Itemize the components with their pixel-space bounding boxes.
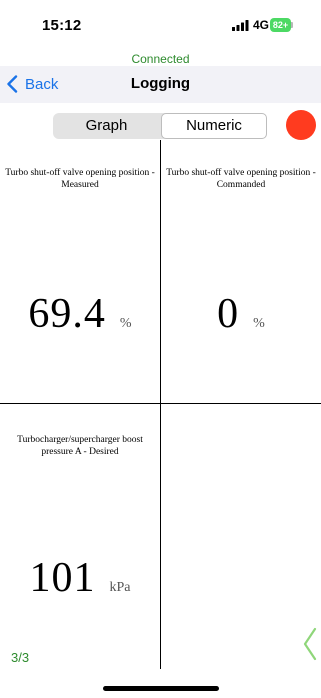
segment-numeric[interactable]: Numeric	[161, 113, 267, 139]
status-time: 15:12	[42, 17, 82, 34]
battery-tip	[291, 22, 293, 28]
gauge-title: Turbo shut-off valve opening position - …	[5, 168, 155, 190]
status-bar: 15:12 4G 82+	[0, 0, 321, 50]
back-label: Back	[25, 75, 59, 93]
gauge-value: 0	[217, 291, 240, 337]
gauge-boost-pressure: Turbocharger/supercharger boost pressure…	[0, 404, 160, 669]
gauge-commanded: Turbo shut-off valve opening position - …	[161, 140, 321, 403]
gauge-title: Turbocharger/supercharger boost pressure…	[17, 435, 143, 457]
chevron-left-icon[interactable]	[302, 627, 318, 661]
gauge-unit: %	[119, 316, 132, 331]
gauge-unit: kPa	[109, 580, 131, 595]
network-type: 4G	[253, 18, 270, 32]
connection-status: Connected	[131, 52, 190, 66]
view-segmented-control: Graph Numeric	[53, 113, 267, 139]
battery-icon: 82+	[270, 18, 291, 32]
gauge-value: 69.4	[28, 291, 106, 337]
chevron-left-icon	[7, 75, 18, 93]
home-indicator	[103, 686, 219, 691]
back-button[interactable]: Back	[6, 73, 58, 95]
cellular-signal-icon	[232, 20, 249, 31]
gauge-title: Turbo shut-off valve opening position - …	[166, 168, 316, 190]
gauge-unit: %	[253, 316, 265, 331]
nav-bar: Back Logging	[0, 66, 321, 103]
page-indicator: 3/3	[11, 650, 30, 665]
record-button[interactable]	[286, 110, 316, 140]
gauge-measured: Turbo shut-off valve opening position - …	[0, 140, 160, 403]
gauge-value: 101	[29, 555, 96, 601]
segment-graph[interactable]: Graph	[53, 113, 160, 139]
